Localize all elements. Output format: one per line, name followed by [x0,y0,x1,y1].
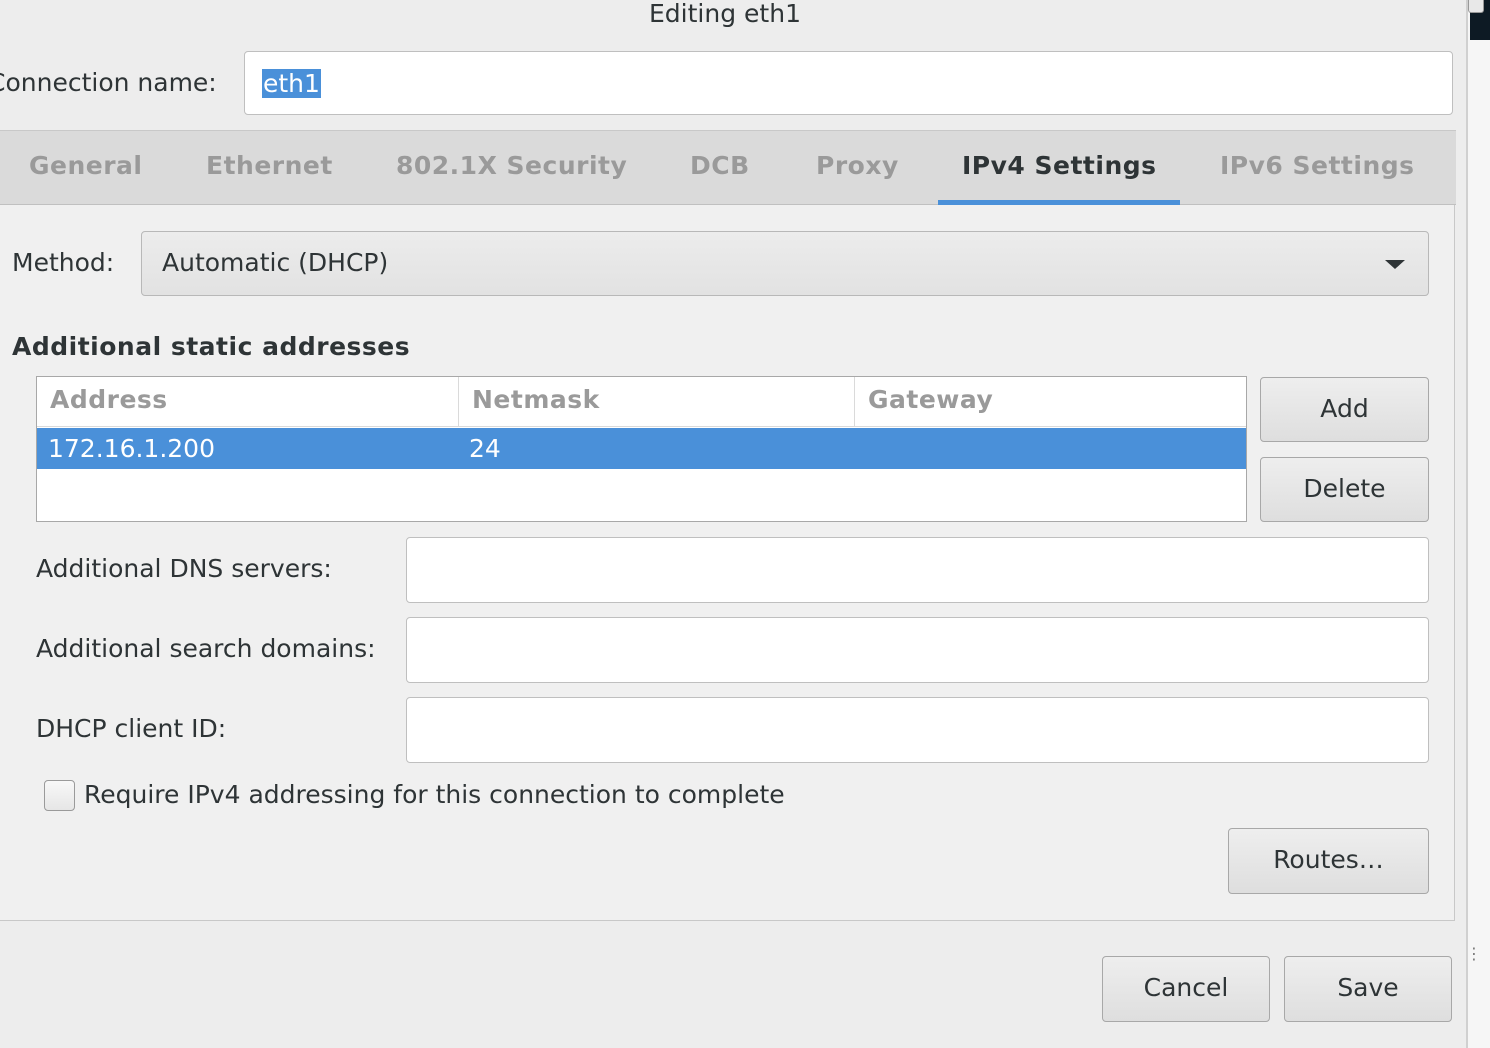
delete-button[interactable]: Delete [1260,457,1429,522]
tab-general[interactable]: General [29,151,143,180]
require-ipv4-checkbox[interactable] [44,780,75,811]
static-addresses-table: Address Netmask Gateway 172.16.1.200 24 [36,376,1247,522]
column-header-gateway[interactable]: Gateway [854,377,1246,427]
tab-proxy[interactable]: Proxy [816,151,899,180]
dns-servers-input[interactable] [406,537,1429,603]
tab-bar: General Ethernet 802.1X Security DCB Pro… [0,130,1456,205]
window-title: Editing eth1 [649,0,801,28]
search-domains-label: Additional search domains: [36,634,376,663]
method-value: Automatic (DHCP) [162,248,389,277]
dns-servers-label: Additional DNS servers: [36,554,332,583]
netmask-cell[interactable]: 24 [469,434,501,463]
dhcp-client-id-label: DHCP client ID: [36,714,227,743]
search-domains-input[interactable] [406,617,1429,683]
tab-8021x-security[interactable]: 802.1X Security [396,151,627,180]
column-header-address[interactable]: Address [37,377,458,427]
resize-grip-icon: ⋮ [1466,944,1482,963]
connection-name-label: Connection name: [0,68,217,97]
background-scroll-knob [1468,0,1484,13]
tab-ipv6-settings[interactable]: IPv6 Settings [1220,151,1415,180]
cancel-button[interactable]: Cancel [1102,956,1270,1022]
tab-ipv4-settings[interactable]: IPv4 Settings [962,151,1157,180]
connection-name-value: eth1 [262,69,321,98]
table-row[interactable]: 172.16.1.200 24 [37,428,1246,469]
address-cell[interactable]: 172.16.1.200 [48,434,215,463]
add-button[interactable]: Add [1260,377,1429,442]
column-header-netmask[interactable]: Netmask [458,377,854,427]
save-button[interactable]: Save [1284,956,1452,1022]
static-addresses-title: Additional static addresses [12,332,411,361]
chevron-down-icon [1385,260,1405,269]
require-ipv4-label[interactable]: Require IPv4 addressing for this connect… [84,780,785,809]
tab-ethernet[interactable]: Ethernet [206,151,333,180]
dhcp-client-id-input[interactable] [406,697,1429,763]
tab-dcb[interactable]: DCB [690,151,750,180]
background-window-edge [1466,0,1490,1048]
routes-button[interactable]: Routes… [1228,828,1429,894]
connection-name-input[interactable]: eth1 [244,51,1453,115]
method-label: Method: [12,248,115,277]
method-dropdown[interactable]: Automatic (DHCP) [141,231,1429,296]
